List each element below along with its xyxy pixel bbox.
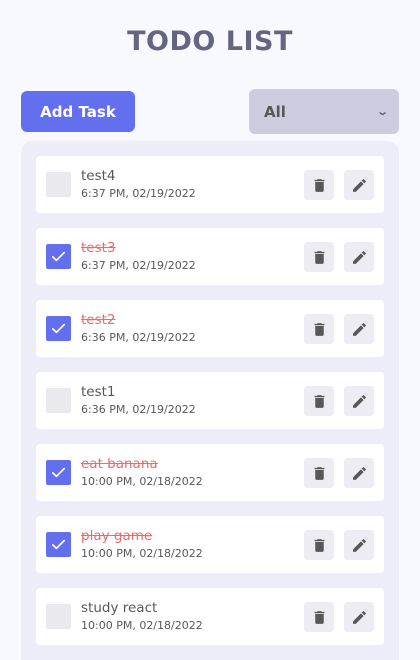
edit-button[interactable] (344, 458, 374, 488)
todo-timestamp: 6:36 PM, 02/19/2022 (81, 331, 196, 344)
todo-timestamp: 6:36 PM, 02/19/2022 (81, 403, 196, 416)
todo-checkbox[interactable] (46, 172, 71, 197)
pencil-icon (352, 394, 366, 408)
todo-timestamp: 6:37 PM, 02/19/2022 (81, 259, 196, 272)
chevron-down-icon: ⌄ (375, 105, 389, 118)
todo-checkbox[interactable] (46, 244, 71, 269)
check-icon (51, 323, 66, 334)
todo-checkbox[interactable] (46, 532, 71, 557)
filter-selected-value: All (264, 102, 286, 121)
add-task-button[interactable]: Add Task (21, 91, 135, 132)
todo-title: test2 (81, 312, 116, 328)
trash-icon (314, 610, 324, 624)
edit-button[interactable] (344, 386, 374, 416)
todo-item: play game 10:00 PM, 02/18/2022 (36, 516, 384, 573)
todo-title: study react (81, 600, 158, 616)
edit-button[interactable] (344, 530, 374, 560)
trash-icon (314, 322, 324, 336)
todo-item: eat banana 10:00 PM, 02/18/2022 (36, 444, 384, 501)
todo-item: test4 6:37 PM, 02/19/2022 (36, 156, 384, 213)
delete-button[interactable] (304, 458, 334, 488)
trash-icon (314, 538, 324, 552)
trash-icon (314, 394, 324, 408)
status-filter-select[interactable]: All ⌄ (249, 89, 399, 134)
pencil-icon (352, 538, 366, 552)
delete-button[interactable] (304, 386, 334, 416)
todo-title: eat banana (81, 456, 158, 472)
todo-timestamp: 10:00 PM, 02/18/2022 (81, 475, 203, 488)
edit-button[interactable] (344, 170, 374, 200)
todo-title: play game (81, 528, 153, 544)
trash-icon (314, 178, 324, 192)
check-icon (51, 539, 66, 550)
delete-button[interactable] (304, 602, 334, 632)
todo-checkbox[interactable] (46, 604, 71, 629)
check-icon (51, 251, 66, 262)
todo-checkbox[interactable] (46, 460, 71, 485)
todo-item: test3 6:37 PM, 02/19/2022 (36, 228, 384, 285)
todo-title: test4 (81, 168, 116, 184)
pencil-icon (352, 610, 366, 624)
pencil-icon (352, 322, 366, 336)
todo-item: test1 6:36 PM, 02/19/2022 (36, 372, 384, 429)
todo-item: study react 10:00 PM, 02/18/2022 (36, 588, 384, 645)
todo-timestamp: 6:37 PM, 02/19/2022 (81, 187, 196, 200)
delete-button[interactable] (304, 242, 334, 272)
todo-timestamp: 10:00 PM, 02/18/2022 (81, 547, 203, 560)
pencil-icon (352, 178, 366, 192)
edit-button[interactable] (344, 602, 374, 632)
edit-button[interactable] (344, 314, 374, 344)
check-icon (51, 467, 66, 478)
edit-button[interactable] (344, 242, 374, 272)
trash-icon (314, 466, 324, 480)
delete-button[interactable] (304, 170, 334, 200)
delete-button[interactable] (304, 530, 334, 560)
pencil-icon (352, 466, 366, 480)
todo-checkbox[interactable] (46, 316, 71, 341)
pencil-icon (352, 250, 366, 264)
todo-timestamp: 10:00 PM, 02/18/2022 (81, 619, 203, 632)
delete-button[interactable] (304, 314, 334, 344)
todo-title: test3 (81, 240, 116, 256)
todo-item: test2 6:36 PM, 02/19/2022 (36, 300, 384, 357)
todo-checkbox[interactable] (46, 388, 71, 413)
todo-title: test1 (81, 384, 116, 400)
trash-icon (314, 250, 324, 264)
page-title: TODO LIST (127, 26, 293, 57)
